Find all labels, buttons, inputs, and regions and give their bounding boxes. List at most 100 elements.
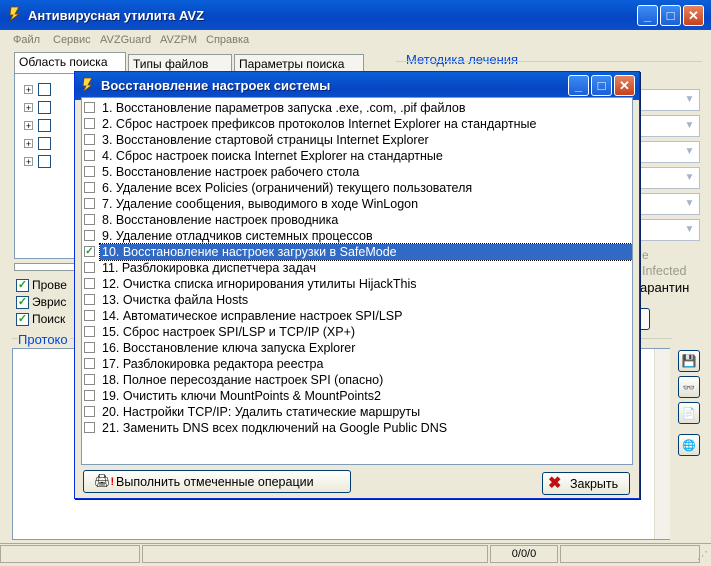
menu-avzpm[interactable]: AVZPM: [160, 34, 197, 46]
menu-avzguard[interactable]: AVZGuard: [100, 34, 151, 46]
partial-button[interactable]: [640, 308, 650, 330]
option-checkbox[interactable]: [84, 134, 95, 145]
option-checkbox[interactable]: [84, 422, 95, 433]
list-item[interactable]: 11. Разблокировка диспетчера задач: [82, 260, 632, 276]
option-checkbox[interactable]: [84, 406, 95, 417]
list-item[interactable]: 21. Заменить DNS всех подключений на Goo…: [82, 420, 632, 436]
check-icon[interactable]: ✓: [16, 313, 29, 326]
treatment-combo[interactable]: ▼: [640, 89, 700, 111]
list-item[interactable]: 14. Автоматическое исправление настроек …: [82, 308, 632, 324]
option-label: 5. Восстановление настроек рабочего стол…: [102, 165, 360, 179]
minimize-button[interactable]: _: [637, 5, 658, 26]
resize-grip-icon[interactable]: ⋰: [697, 549, 708, 562]
view-button[interactable]: 👓: [678, 376, 700, 398]
option-label: 15. Сброс настроек SPI/LSP и TCP/IP (XP+…: [102, 325, 356, 339]
option-checkbox[interactable]: [84, 262, 95, 273]
main-title-bar[interactable]: Антивирусная утилита AVZ _ □ ✕: [0, 0, 711, 30]
tree-row[interactable]: +: [24, 100, 64, 116]
list-item[interactable]: ✓ 10. Восстановление настроек загрузки в …: [82, 243, 632, 261]
option-checkbox[interactable]: [84, 294, 95, 305]
expand-icon[interactable]: +: [24, 85, 33, 95]
option-checkbox[interactable]: [84, 310, 95, 321]
drive-checkbox[interactable]: [38, 101, 51, 114]
expand-icon[interactable]: +: [24, 103, 33, 113]
list-item[interactable]: 3. Восстановление стартовой страницы Int…: [82, 132, 632, 148]
list-item[interactable]: 8. Восстановление настроек проводника: [82, 212, 632, 228]
option-checkbox[interactable]: [84, 102, 95, 113]
drive-checkbox[interactable]: [38, 155, 51, 168]
option-label: 13. Очистка файла Hosts: [102, 293, 249, 307]
treatment-combo[interactable]: ▼: [640, 141, 700, 163]
list-item[interactable]: 4. Сброс настроек поиска Internet Explor…: [82, 148, 632, 164]
maximize-button[interactable]: □: [660, 5, 681, 26]
option-checkbox-checked[interactable]: ✓: [84, 246, 95, 257]
close-button[interactable]: ✕: [683, 5, 704, 26]
dialog-maximize-button[interactable]: □: [591, 75, 612, 96]
treatment-method-label: Методика лечения: [406, 52, 519, 67]
expand-icon[interactable]: +: [24, 139, 33, 149]
option-checkbox[interactable]: [84, 198, 95, 209]
close-dialog-label: Закрыть: [570, 477, 619, 491]
close-dialog-button[interactable]: ✖ Закрыть: [542, 472, 630, 495]
drive-checkbox[interactable]: [38, 119, 51, 132]
menu-service[interactable]: Сервис: [53, 34, 91, 46]
glasses-icon: 👓: [682, 383, 696, 394]
option-label: 7. Удаление сообщения, выводимого в ходе…: [102, 197, 419, 211]
dialog-minimize-button[interactable]: _: [568, 75, 589, 96]
check-icon[interactable]: ✓: [16, 296, 29, 309]
option-checkbox[interactable]: [84, 342, 95, 353]
drive-checkbox[interactable]: [38, 137, 51, 150]
option-checkbox[interactable]: [84, 374, 95, 385]
list-item[interactable]: 2. Сброс настроек префиксов протоколов I…: [82, 116, 632, 132]
expand-icon[interactable]: +: [24, 121, 33, 131]
web-button[interactable]: 🌐: [678, 434, 700, 456]
tree-row[interactable]: +: [24, 118, 64, 134]
expand-icon[interactable]: +: [24, 157, 33, 167]
check-icon[interactable]: ✓: [16, 279, 29, 292]
globe-icon: 🌐: [682, 440, 696, 452]
list-item[interactable]: 16. Восстановление ключа запуска Explore…: [82, 340, 632, 356]
tree-row[interactable]: +: [24, 136, 64, 152]
treatment-combo[interactable]: ▼: [640, 193, 700, 215]
treatment-combo[interactable]: ▼: [640, 167, 700, 189]
option-checkbox[interactable]: [84, 118, 95, 129]
list-item[interactable]: 17. Разблокировка редактора реестра: [82, 356, 632, 372]
option-checkbox[interactable]: [84, 390, 95, 401]
option-checkbox[interactable]: [84, 182, 95, 193]
option-checkbox[interactable]: [84, 166, 95, 177]
option-checkbox[interactable]: [84, 278, 95, 289]
run-selected-button[interactable]: 🖨! Выполнить отмеченные операции: [83, 470, 351, 493]
menu-help[interactable]: Справка: [206, 34, 249, 46]
list-item[interactable]: 12. Очистка списка игнорирования утилиты…: [82, 276, 632, 292]
option-checkbox[interactable]: [84, 230, 95, 241]
dialog-title-bar[interactable]: Восстановление настроек системы _ □ ✕: [75, 72, 639, 100]
option-checkbox[interactable]: [84, 150, 95, 161]
list-item[interactable]: 1. Восстановление параметров запуска .ex…: [82, 100, 632, 116]
treatment-combo[interactable]: ▼: [640, 219, 700, 241]
option-checkbox[interactable]: [84, 326, 95, 337]
dialog-close-button[interactable]: ✕: [614, 75, 635, 96]
option-checkbox[interactable]: [84, 358, 95, 369]
list-item[interactable]: 20. Настройки TCP/IP: Удалить статически…: [82, 404, 632, 420]
list-item[interactable]: 6. Удаление всех Policies (ограничений) …: [82, 180, 632, 196]
list-item[interactable]: 13. Очистка файла Hosts: [82, 292, 632, 308]
list-item[interactable]: 9. Удаление отладчиков системных процесс…: [82, 228, 632, 244]
tree-row[interactable]: +: [24, 82, 64, 98]
treatment-combo[interactable]: ▼: [640, 115, 700, 137]
list-item[interactable]: 19. Очистить ключи MountPoints & MountPo…: [82, 388, 632, 404]
save-log-button[interactable]: 💾: [678, 350, 700, 372]
list-item[interactable]: 15. Сброс настроек SPI/LSP и TCP/IP (XP+…: [82, 324, 632, 340]
option-checkbox[interactable]: [84, 214, 95, 225]
option-label: 2. Сброс настроек префиксов протоколов I…: [102, 117, 537, 131]
list-item[interactable]: 5. Восстановление настроек рабочего стол…: [82, 164, 632, 180]
option-label: 11. Разблокировка диспетчера задач: [102, 261, 316, 275]
drive-checkbox[interactable]: [38, 83, 51, 96]
list-item[interactable]: 18. Полное пересоздание настроек SPI (оп…: [82, 372, 632, 388]
treatment-group-line: [396, 61, 702, 62]
menu-file[interactable]: Файл: [13, 34, 40, 46]
progress-bar: [14, 263, 76, 271]
tree-row[interactable]: +: [24, 154, 64, 170]
list-item[interactable]: 7. Удаление сообщения, выводимого в ходе…: [82, 196, 632, 212]
new-doc-button[interactable]: 📄: [678, 402, 700, 424]
log-scrollbar[interactable]: [654, 349, 670, 539]
